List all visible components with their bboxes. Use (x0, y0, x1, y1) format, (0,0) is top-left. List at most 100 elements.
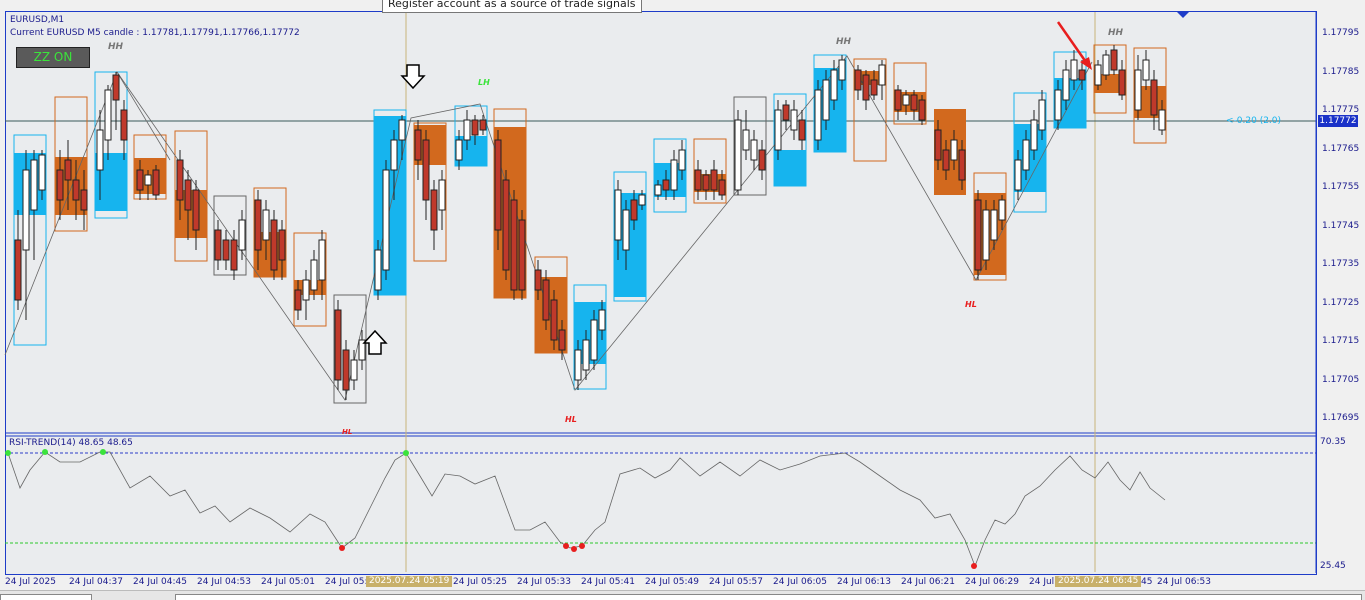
candle-body (598, 309, 606, 331)
candle-body (518, 219, 526, 291)
candle-body (902, 94, 910, 106)
time-tick: 24 Jul 05:41 (581, 577, 635, 587)
candle-body (838, 59, 846, 81)
price-tick: 1.17795 (1322, 28, 1360, 38)
candle-body (463, 119, 471, 141)
candle-body (790, 109, 798, 131)
candle-body (974, 199, 982, 271)
candle-body (310, 259, 318, 291)
zigzag-label-hh: HH (108, 42, 124, 52)
current-price-tag: 1.17772 (1318, 115, 1358, 127)
down-arrow-marker (400, 64, 426, 90)
candle-body (152, 169, 160, 196)
candle-body (814, 89, 822, 141)
zigzag-label-hh: HH (1108, 28, 1124, 38)
candle-body (942, 149, 950, 171)
candle-body (574, 349, 582, 381)
candle-body (950, 139, 958, 161)
candle-body (878, 64, 886, 86)
candle-body (136, 169, 144, 191)
candle-body (1070, 59, 1078, 81)
candle-body (662, 179, 670, 191)
candle-body (502, 179, 510, 271)
symbol-label: EURUSD,M1 (10, 15, 65, 25)
candle-body (654, 184, 662, 196)
time-tick: 24 Jul 04:53 (197, 577, 251, 587)
rsi-level-upper: 70.35 (1320, 437, 1346, 447)
candle-body (262, 209, 270, 241)
candle-body (144, 174, 152, 186)
candle-body (982, 209, 990, 261)
candle-body (638, 194, 646, 206)
candle-body (590, 319, 598, 361)
candle-body (670, 159, 678, 191)
candle-body (894, 89, 902, 111)
scrollbar[interactable] (175, 594, 1362, 600)
candle-body (1134, 69, 1142, 111)
candle-body (120, 109, 128, 141)
candle-body (230, 239, 238, 271)
candle-body (1150, 79, 1158, 116)
candle-body (710, 169, 718, 191)
candle-body (774, 109, 782, 151)
candle-body (374, 249, 382, 291)
candle-body (471, 119, 479, 136)
candle-body (534, 269, 542, 291)
candle-body (1022, 139, 1030, 171)
candle-body (80, 189, 88, 211)
candle-body (798, 119, 806, 141)
candle-body (176, 159, 184, 201)
price-tick: 1.17745 (1322, 220, 1360, 231)
candle-body (72, 179, 80, 201)
chart-tab[interactable] (0, 594, 92, 600)
time-tick: 24 Jul 04:45 (133, 577, 187, 587)
candle-body (958, 149, 966, 181)
time-tick: 24 Jul 06:21 (901, 577, 955, 587)
candle-body (614, 189, 622, 241)
time-tick: 24 Jul 05:49 (645, 577, 699, 587)
candle-body (14, 239, 22, 301)
candle-body (694, 169, 702, 191)
time-tick: 24 Jul 06:05 (773, 577, 827, 587)
zigzag-label-hl: HL (565, 415, 577, 424)
time-tick: 24 Jul 05:01 (261, 577, 315, 587)
rsi-level-lower: 25.45 (1320, 561, 1346, 571)
candle-body (1118, 69, 1126, 96)
candle-body (1062, 69, 1070, 101)
time-tick: 24 Jul 06:13 (837, 577, 891, 587)
candle-body (398, 119, 406, 141)
candle-body (1054, 89, 1062, 121)
candle-body (742, 129, 750, 151)
candle-body (862, 74, 870, 101)
candle-body (30, 159, 38, 211)
up-arrow-marker (362, 329, 388, 355)
candle-body (184, 179, 192, 211)
candle-body (222, 239, 230, 261)
time-tick: 24 Jul 06:53 (1157, 577, 1211, 587)
candle-body (254, 199, 262, 251)
candle-body (318, 239, 326, 281)
chart-canvas[interactable] (0, 0, 1365, 599)
candle-body (455, 139, 463, 161)
zz-toggle-button[interactable]: ZZ ON (16, 47, 90, 68)
candle-body (750, 139, 758, 161)
candle-body (342, 349, 350, 391)
candle-body (1142, 59, 1150, 81)
candle-body (678, 149, 686, 171)
candle-body (238, 219, 246, 251)
candle-body (1078, 69, 1086, 81)
candle-body (390, 139, 398, 171)
candle-body (112, 74, 120, 101)
candle-body (1158, 109, 1166, 131)
candle-body (438, 179, 446, 211)
shift-marker (1177, 12, 1189, 18)
time-highlight: 2025.07.24 05:19 (366, 576, 453, 587)
candle-body (918, 99, 926, 121)
candle-body (758, 149, 766, 171)
rsi-label: RSI-TREND(14) 48.65 48.65 (9, 438, 133, 448)
candle-body (479, 119, 487, 131)
candle-info: Current EURUSD M5 candle : 1.17781,1.177… (10, 28, 300, 38)
price-tick: 1.17735 (1322, 259, 1360, 269)
time-highlight: 2025.07.24 06:45 (1055, 576, 1142, 587)
zigzag-label-hh: HH (836, 37, 852, 47)
